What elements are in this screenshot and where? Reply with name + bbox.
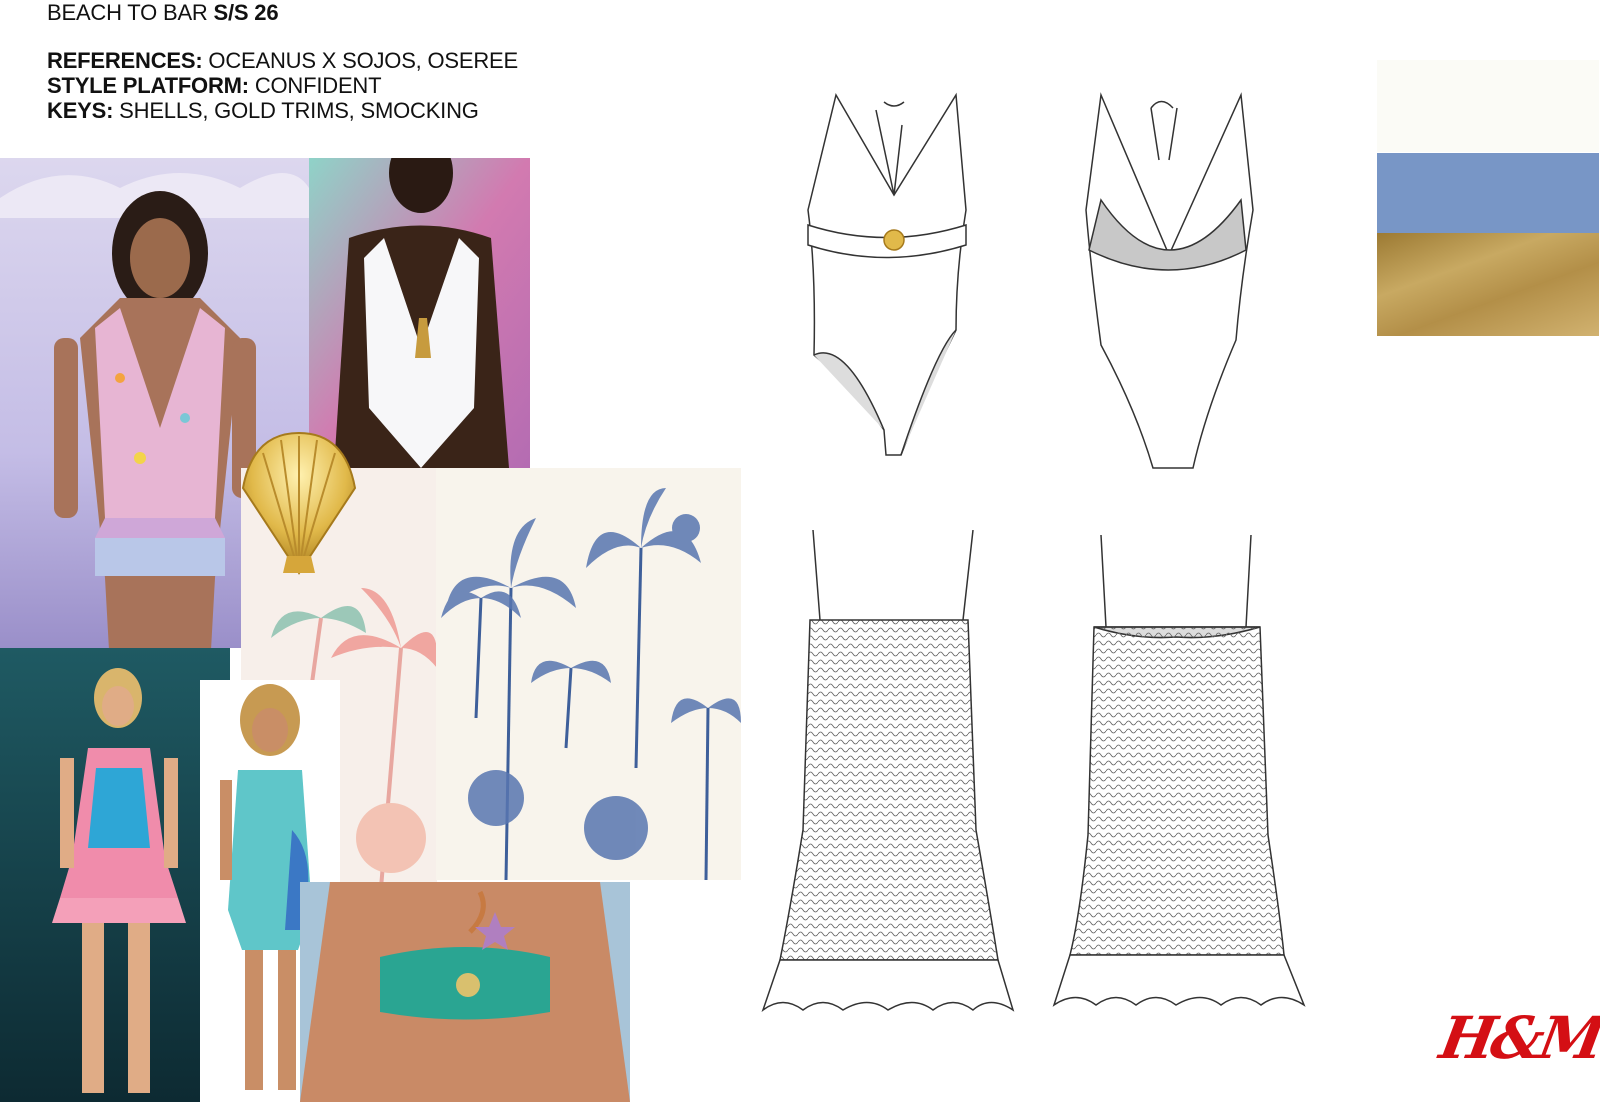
swimsuit-front-flat: [806, 90, 986, 472]
smocked-dress-front-flat: [758, 529, 1020, 1015]
palette-swatch-blue: [1377, 153, 1599, 233]
palette-swatch-ivory: [1377, 60, 1599, 152]
keys-line: KEYS: SHELLS, GOLD TRIMS, SMOCKING: [47, 98, 479, 123]
green-bandeau-bikini-top: [300, 882, 630, 1102]
gold-shell-ornament: [223, 428, 375, 578]
season-label: S/S 26: [213, 0, 279, 25]
swimsuit-back-flat: [1081, 90, 1261, 472]
runway-printed-mini-dress: [0, 648, 230, 1102]
smocked-dress-back-flat: [1046, 534, 1308, 1015]
header: BEACH TO BAR S/S 26 REFERENCES: OCEANUS …: [47, 0, 518, 123]
palette-swatch-gold: [1377, 233, 1599, 336]
references-line: REFERENCES: OCEANUS X SOJOS, OSEREE: [47, 48, 518, 73]
blue-toile-palm-print: [436, 468, 741, 880]
runway-white-halter-swimsuit: [309, 158, 530, 468]
style-platform-line: STYLE PLATFORM: CONFIDENT: [47, 73, 382, 98]
page-title: BEACH TO BAR S/S 26: [47, 0, 279, 25]
brand-logo: H&M: [1435, 1004, 1600, 1072]
